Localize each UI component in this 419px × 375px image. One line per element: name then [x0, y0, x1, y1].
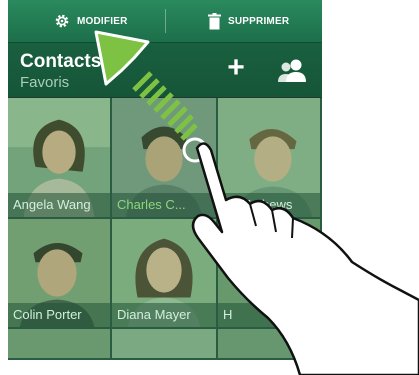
contact-tile[interactable]: ris Mathews — [218, 98, 322, 219]
modify-button[interactable]: MODIFIER — [54, 0, 128, 42]
contacts-header: Contacts Favoris + — [8, 43, 322, 97]
phone-screen: MODIFIER SUPPRIMER Contacts Favoris + An… — [8, 0, 322, 360]
contact-tile[interactable]: Angela Wang — [8, 98, 112, 219]
contact-name: Charles C... — [112, 193, 216, 217]
delete-button[interactable]: SUPPRIMER — [208, 0, 289, 42]
action-bar: MODIFIER SUPPRIMER — [8, 0, 322, 43]
gear-icon — [54, 13, 70, 29]
groups-button[interactable] — [276, 57, 308, 83]
delete-label: SUPPRIMER — [228, 15, 290, 27]
contact-name: Diana Mayer — [112, 303, 216, 327]
trash-icon — [208, 12, 221, 30]
people-icon — [276, 57, 308, 83]
add-contact-button[interactable]: + — [222, 53, 250, 83]
contact-tile[interactable]: H — [218, 219, 322, 329]
contact-photo — [218, 329, 320, 358]
modify-label: MODIFIER — [77, 15, 128, 27]
contact-tile[interactable]: Colin Porter — [8, 219, 112, 329]
contact-photo — [8, 329, 110, 358]
contact-name: H — [218, 303, 320, 327]
contact-name: ris Mathews — [218, 193, 320, 217]
contact-tile[interactable] — [8, 329, 112, 360]
page-title: Contacts — [20, 51, 102, 72]
contact-name: Angela Wang — [8, 193, 110, 217]
contact-tile[interactable] — [218, 329, 322, 360]
contact-photo — [112, 329, 216, 358]
action-divider — [165, 9, 166, 33]
contact-name: Colin Porter — [8, 303, 110, 327]
page-subtitle: Favoris — [20, 74, 70, 91]
contact-tile[interactable]: Charles C... — [112, 98, 218, 219]
plus-icon: + — [227, 51, 245, 84]
favorites-grid: Angela Wang Charles C... ris Mathews Col… — [8, 98, 322, 360]
contact-tile[interactable] — [112, 329, 218, 360]
contact-tile[interactable]: Diana Mayer — [112, 219, 218, 329]
